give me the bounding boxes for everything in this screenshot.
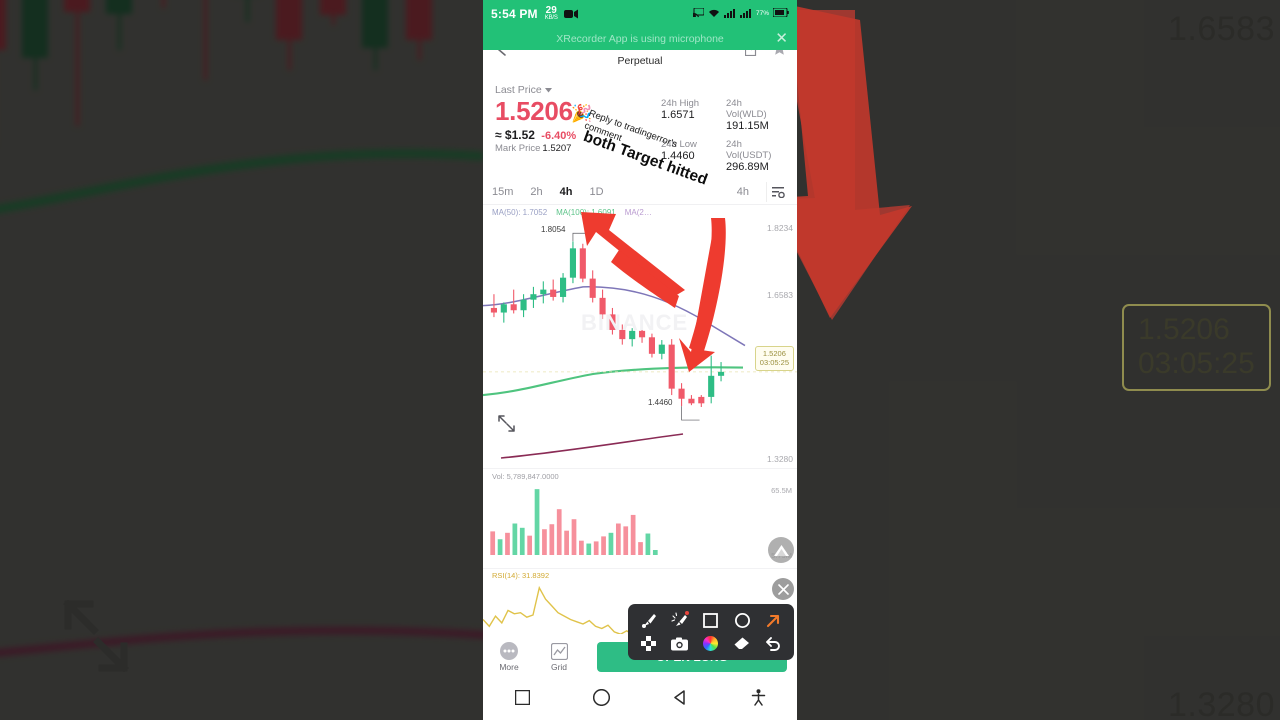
battery-percent: 77% — [755, 9, 769, 17]
camera-icon[interactable] — [669, 634, 691, 654]
stat-key: 24h Vol(WLD) — [726, 98, 767, 120]
current-price-value: 1.5206 — [762, 349, 786, 358]
triangle-back-icon[interactable] — [673, 689, 688, 710]
background-price-label-low: 1.3280 — [1168, 686, 1275, 720]
volume-panel: Vol: 5,789,847.0000 65.5M 5.79M — [483, 468, 797, 568]
wifi-icon — [708, 8, 720, 21]
background-expand-icon — [63, 600, 129, 672]
candlestick-plot — [483, 232, 797, 459]
square-recents-icon[interactable] — [514, 689, 530, 710]
recording-banner-text: XRecorder App is using microphone — [556, 33, 724, 45]
chevron-down-icon — [544, 87, 552, 92]
mark-price-label: Mark Price — [495, 142, 541, 154]
background-price-tag-price: 1.5206 — [1138, 313, 1230, 346]
ma-legend-item: MA(50): 1.7052 — [492, 208, 548, 217]
background-price-label-high: 1.6583 — [1168, 10, 1275, 48]
price-source-label: Last Price — [495, 84, 542, 96]
timeframe-bar: 15m 2h 4h 1D 4h — [483, 180, 797, 205]
more-button-label: More — [499, 662, 519, 672]
phone-screen: 5:54 PM 29 KB/S 77% Perpetual Last Price… — [483, 0, 797, 720]
candle-countdown: 03:05:25 — [759, 358, 789, 368]
status-time: 5:54 PM — [491, 7, 538, 21]
tab-15m[interactable]: 15m — [492, 186, 513, 198]
current-price-tag: 1.5206 03:05:25 — [754, 346, 794, 371]
volume-axis-top: 65.5M — [771, 486, 792, 495]
undo-icon[interactable] — [762, 634, 784, 654]
expand-chart-icon[interactable] — [497, 414, 516, 433]
stat-value: 191.15M — [726, 120, 769, 132]
low-marker-label: 1.4460 — [648, 398, 673, 407]
price-axis-label: 1.6583 — [767, 290, 793, 300]
volume-bars — [490, 489, 658, 555]
close-icon[interactable]: ✕ — [775, 31, 788, 46]
stat-value: 296.89M — [726, 161, 769, 173]
ma-legend-item: MA(100): 1.6091 — [556, 208, 616, 217]
price-axis-label: 1.8234 — [767, 223, 793, 233]
network-speed-unit: KB/S — [544, 14, 558, 21]
circle-home-icon[interactable] — [592, 688, 610, 711]
battery-icon — [772, 7, 789, 20]
cast-icon — [692, 7, 705, 21]
color-wheel-icon[interactable] — [700, 634, 722, 654]
price-source-selector[interactable]: Last Price — [495, 84, 635, 96]
price-axis-label: 1.3280 — [767, 454, 793, 464]
mark-price-value: 1.5207 — [542, 142, 572, 154]
more-dots-icon — [499, 641, 519, 661]
signal-bars-icon-2 — [739, 8, 752, 21]
network-speed-indicator: 29 KB/S — [545, 6, 558, 21]
recording-banner: XRecorder App is using microphone ✕ — [483, 28, 797, 50]
binance-watermark: BINANCE — [581, 310, 689, 335]
ma-legend: MA(50): 1.7052 MA(100): 1.6091 MA(2… — [483, 205, 797, 218]
more-button[interactable]: More — [493, 641, 525, 672]
price-change-percent: -6.40% — [541, 129, 577, 142]
android-status-bar: 5:54 PM 29 KB/S 77% — [483, 0, 797, 28]
eraser-icon[interactable] — [731, 634, 753, 654]
xrecorder-logo-icon[interactable] — [768, 537, 794, 563]
arrow-icon[interactable] — [762, 611, 784, 631]
grid-chart-icon — [549, 641, 569, 661]
grid-button[interactable]: Grid — [543, 641, 575, 672]
tab-1d[interactable]: 1D — [590, 186, 604, 198]
circle-icon[interactable] — [731, 611, 753, 631]
marker-active-dot — [684, 610, 689, 615]
ma-legend-item: MA(2… — [624, 208, 652, 217]
high-marker-label: 1.8054 — [541, 225, 566, 234]
android-nav-bar — [483, 679, 797, 720]
tab-4h[interactable]: 4h — [560, 186, 573, 198]
square-icon[interactable] — [700, 611, 722, 631]
background-price-tag-countdown: 03:05:25 — [1138, 346, 1255, 380]
signal-bars-icon — [723, 8, 736, 21]
stat-key: 24h High — [661, 98, 700, 109]
background-price-tag: 1.5206 03:05:25 — [1122, 304, 1271, 392]
marker-icon[interactable] — [669, 610, 691, 631]
video-camera-icon — [563, 9, 578, 19]
stat-value: 1.6571 — [661, 109, 695, 121]
tab-more-timeframe[interactable]: 4h — [737, 186, 749, 198]
usd-equivalent: ≈ $1.52 — [495, 127, 535, 142]
indicator-settings-icon[interactable] — [766, 182, 788, 202]
close-recorder-button[interactable] — [772, 578, 794, 600]
screen-capture-root: 1.6583 1.3280 1.5206 03:05:25 5:54 PM 29… — [0, 0, 1280, 720]
candlestick-chart[interactable]: BINANCE 1.8234 1.6583 1.3280 1.8054 1.44… — [483, 218, 797, 468]
brush-icon[interactable] — [638, 611, 660, 631]
accessibility-icon[interactable] — [751, 688, 766, 711]
grid-button-label: Grid — [550, 662, 568, 672]
stat-key: 24h Vol(USDT) — [726, 139, 772, 161]
contract-type-label: Perpetual — [617, 55, 663, 67]
tab-2h[interactable]: 2h — [530, 186, 542, 198]
drawing-toolbar — [628, 604, 794, 660]
mosaic-icon[interactable] — [638, 634, 660, 654]
